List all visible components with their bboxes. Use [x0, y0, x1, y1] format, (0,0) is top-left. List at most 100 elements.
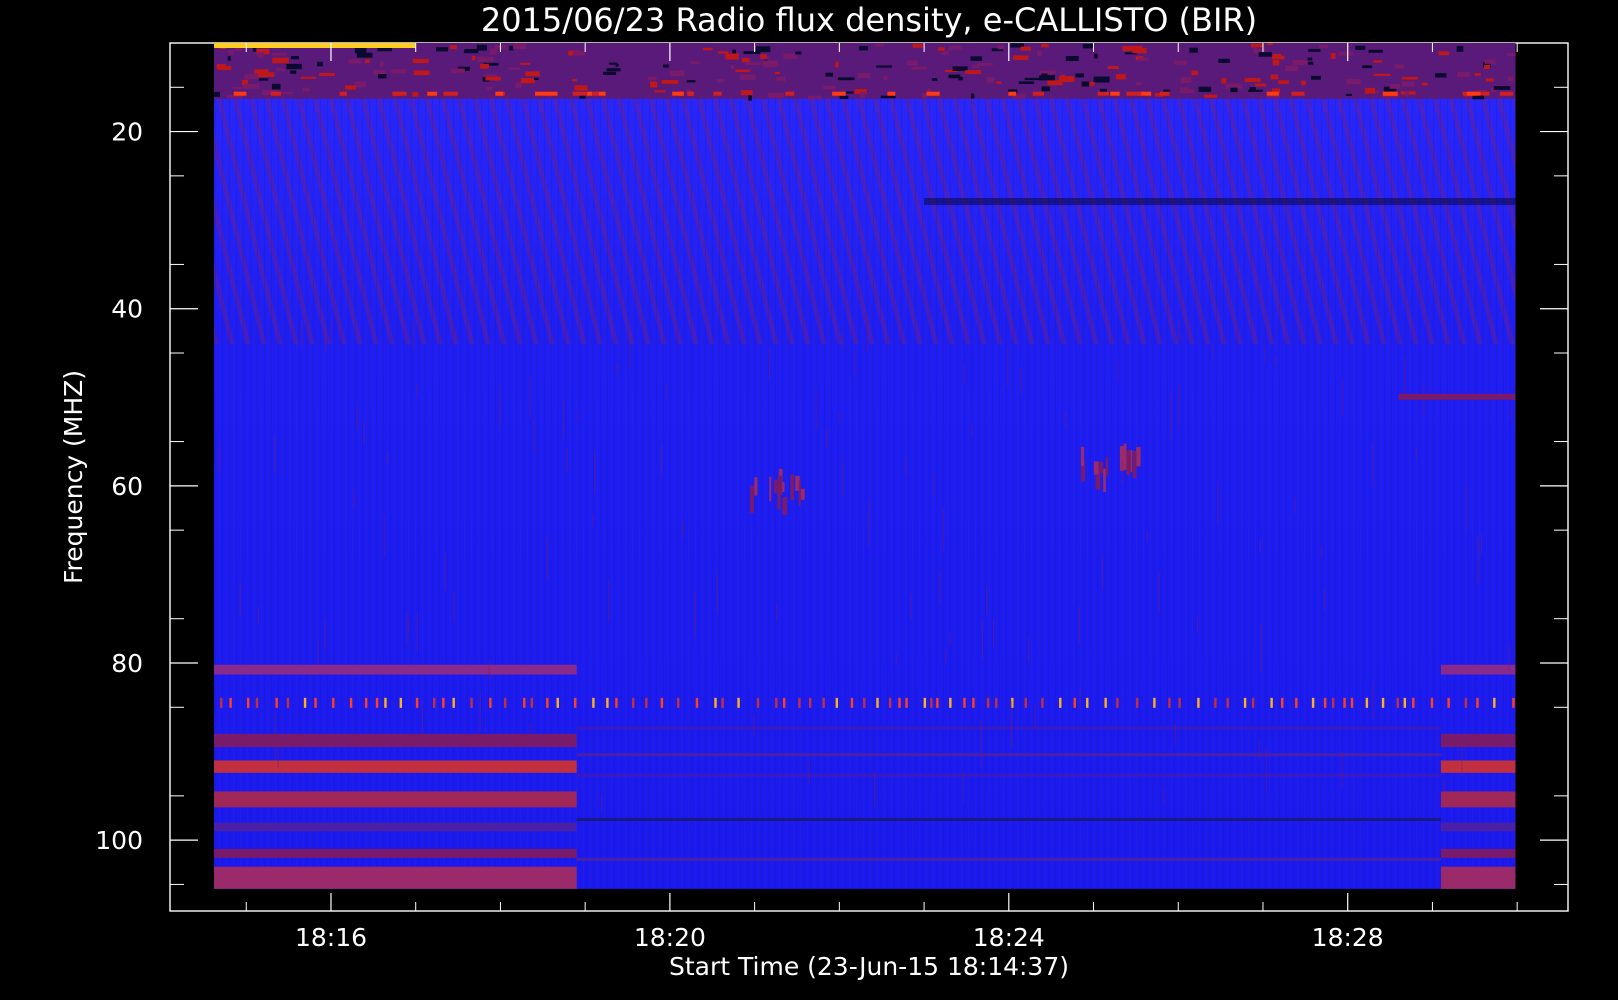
interference-spike	[1214, 697, 1217, 708]
rfi-fragment	[669, 70, 685, 77]
rfi-fragment	[911, 66, 927, 70]
rfi-fragment	[1438, 51, 1449, 56]
interference-spike	[452, 697, 455, 708]
rfi-fragment	[254, 69, 269, 74]
faint-vertical-burst	[682, 521, 684, 538]
rfi-fragment	[1135, 82, 1142, 86]
faint-vertical-burst	[1259, 540, 1262, 552]
faint-vertical-burst	[1264, 345, 1266, 363]
interference-spike	[364, 697, 368, 708]
faint-vertical-burst	[768, 348, 771, 381]
rfi-fragment	[937, 47, 945, 51]
rfi-hot-spot	[443, 91, 458, 96]
emission-streak	[750, 486, 754, 513]
rfi-fragment	[1136, 45, 1143, 51]
rfi-fragment	[319, 72, 335, 76]
rfi-hot-spot	[1110, 91, 1120, 96]
interference-spike	[1197, 697, 1200, 708]
rfi-fragment	[606, 68, 621, 72]
rfi-fragment	[740, 90, 753, 96]
interference-spike	[1323, 697, 1327, 708]
rfi-fragment	[364, 59, 370, 63]
horizontal-band	[214, 791, 577, 808]
x-tick-label: 18:28	[1312, 923, 1384, 952]
faint-vertical-burst	[353, 489, 355, 510]
faint-vertical-burst	[962, 770, 965, 802]
interference-spike	[756, 697, 760, 708]
faint-vertical-burst	[330, 318, 333, 343]
rfi-fragment	[216, 63, 226, 69]
faint-vertical-burst	[1158, 573, 1160, 614]
rfi-fragment	[1138, 57, 1149, 61]
rfi-fragment	[689, 61, 700, 64]
rfi-fragment	[356, 52, 373, 58]
rfi-fragment	[515, 82, 522, 88]
interference-spike	[1430, 697, 1434, 708]
rfi-fragment	[823, 85, 836, 90]
faint-vertical-burst	[386, 452, 389, 464]
interference-spike	[470, 697, 473, 708]
rfi-fragment	[807, 95, 822, 100]
rfi-fragment	[986, 77, 994, 83]
faint-vertical-burst	[562, 398, 565, 439]
rfi-fragment	[1330, 53, 1336, 59]
faint-vertical-burst	[1034, 704, 1036, 728]
rfi-fragment	[272, 52, 287, 56]
emission-streak	[790, 474, 795, 501]
interference-spike	[1350, 697, 1354, 708]
rfi-fragment	[373, 70, 386, 75]
rfi-fragment	[1198, 86, 1212, 93]
faint-vertical-burst	[323, 619, 326, 650]
rfi-fragment	[876, 65, 892, 68]
rfi-fragment	[272, 57, 289, 64]
faint-vertical-burst	[1260, 624, 1262, 672]
rfi-fragment	[654, 90, 666, 93]
rfi-fragment	[1218, 58, 1230, 64]
interference-spike	[850, 697, 854, 708]
rfi-fragment	[1230, 87, 1238, 93]
interference-spike	[1311, 697, 1315, 708]
rfi-hot-spot	[592, 91, 599, 96]
y-tick-label: 20	[111, 118, 143, 147]
rfi-fragment	[451, 68, 465, 74]
interference-spike	[489, 697, 492, 708]
faint-vertical-burst	[1027, 637, 1030, 663]
interference-spike	[1403, 697, 1407, 708]
rfi-fragment	[1301, 80, 1306, 86]
faint-vertical-burst	[324, 331, 327, 353]
rfi-fragment	[1272, 54, 1282, 59]
faint-vertical-burst	[1178, 384, 1180, 426]
horizontal-band	[214, 760, 577, 773]
interference-spike	[1512, 697, 1515, 708]
rfi-fragment	[725, 53, 739, 60]
interference-spike	[606, 697, 609, 708]
rfi-fragment	[464, 48, 479, 54]
interference-spike	[986, 697, 990, 708]
interference-spike	[677, 697, 680, 708]
faint-vertical-burst	[1443, 780, 1445, 791]
rfi-fragment	[941, 51, 949, 56]
rfi-fragment	[1456, 72, 1470, 78]
faint-vertical-burst	[826, 427, 828, 448]
rfi-fragment	[509, 45, 514, 51]
interference-spike	[1073, 697, 1076, 708]
rfi-fragment	[748, 95, 752, 101]
faint-vertical-burst	[1465, 485, 1468, 531]
interference-spike	[905, 697, 908, 708]
rfi-hot-spot	[339, 91, 347, 96]
rfi-fragment	[477, 56, 494, 63]
interference-spike	[1270, 697, 1273, 708]
interference-spike	[1024, 697, 1028, 708]
faint-vertical-burst	[905, 455, 907, 475]
faint-vertical-burst	[1101, 557, 1104, 591]
emission-streak	[777, 475, 783, 495]
faint-vertical-burst	[866, 313, 869, 353]
faint-vertical-burst	[1415, 447, 1418, 460]
rfi-fragment	[717, 51, 729, 54]
faint-vertical-burst	[488, 660, 491, 682]
rfi-hot-spot	[1008, 91, 1017, 96]
interference-spike	[415, 697, 419, 708]
faint-vertical-burst	[1117, 358, 1119, 382]
interference-spike	[1331, 697, 1335, 708]
rfi-fragment	[650, 81, 658, 88]
